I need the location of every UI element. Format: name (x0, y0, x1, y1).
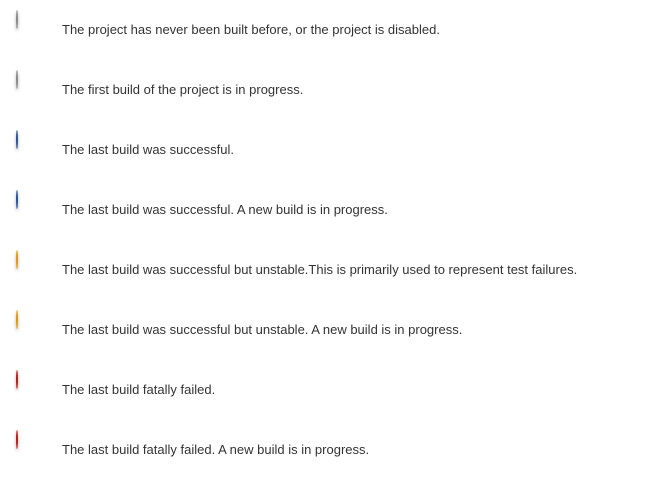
legend-item-never-built: The project has never been built before,… (0, 0, 646, 60)
legend-item-text: The last build was successful but unstab… (62, 262, 578, 277)
red-ball-icon (14, 370, 54, 410)
legend-item-successful-in-progress: The last build was successful. A new bui… (0, 180, 646, 240)
legend-item-first-build-in-progress: The first build of the project is in pro… (0, 60, 646, 120)
legend-item-text: The last build was successful but unstab… (62, 322, 463, 337)
legend-item-failed: The last build fatally failed. (0, 360, 646, 420)
legend-item-successful: The last build was successful. (0, 120, 646, 180)
legend-item-text: The project has never been built before,… (62, 22, 440, 37)
legend-item-text: The last build fatally failed. A new bui… (62, 442, 370, 457)
build-status-legend: The project has never been built before,… (0, 0, 646, 480)
legend-item-text: The last build was successful. (62, 142, 234, 157)
legend-item-unstable-in-progress: The last build was successful but unstab… (0, 300, 646, 360)
blue-ball-icon (14, 190, 54, 230)
legend-item-text: The last build was successful. A new bui… (62, 202, 388, 217)
legend-item-failed-in-progress: The last build fatally failed. A new bui… (0, 420, 646, 480)
yellow-ball-icon (14, 250, 54, 290)
grey-ball-icon (14, 70, 54, 110)
red-ball-icon (14, 430, 54, 470)
legend-item-text: The first build of the project is in pro… (62, 82, 304, 97)
blue-ball-icon (14, 130, 54, 170)
yellow-ball-icon (14, 310, 54, 350)
legend-item-unstable: The last build was successful but unstab… (0, 240, 646, 300)
grey-ball-icon (14, 10, 54, 50)
legend-item-text: The last build fatally failed. (62, 382, 216, 397)
